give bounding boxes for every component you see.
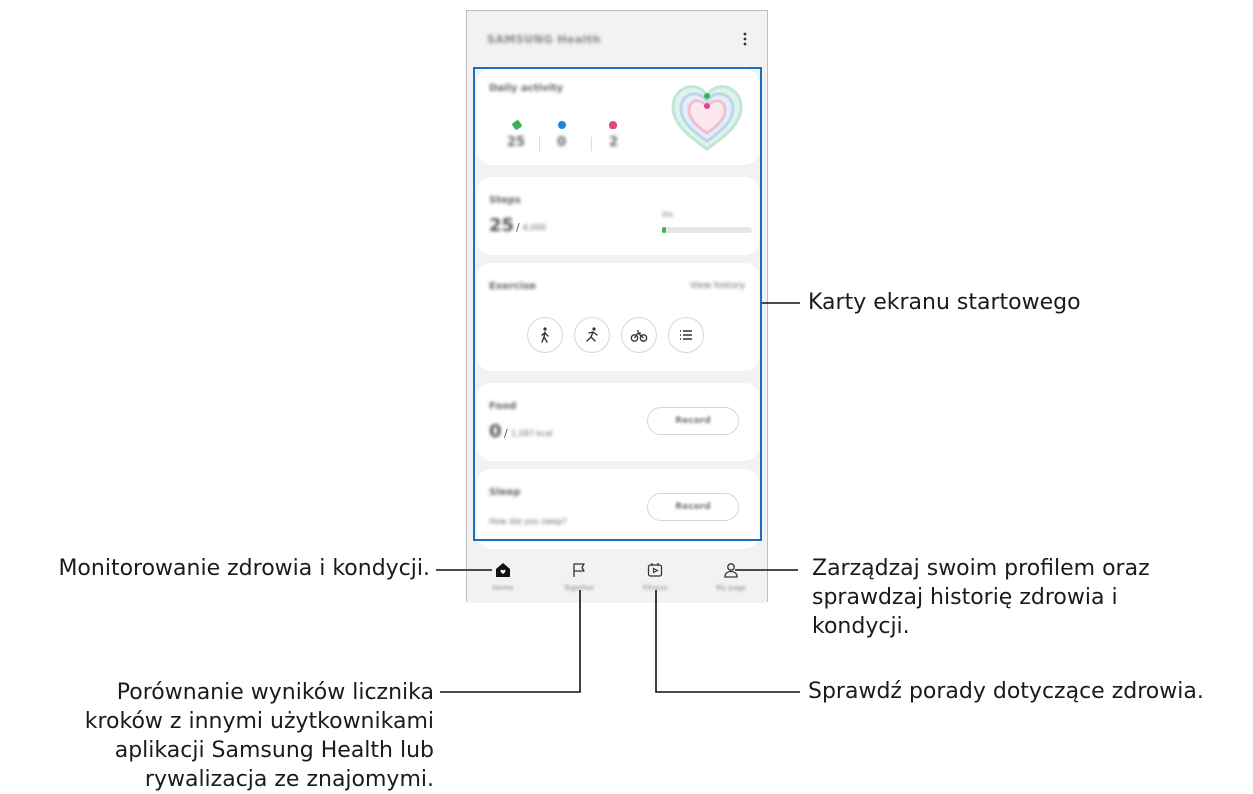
callout-profile-line: Zarządzaj swoim profilem oraz — [812, 556, 1150, 581]
callout-together-line: rywalizacja ze znajomymi. — [144, 767, 434, 792]
callout-monitoring: Monitorowanie zdrowia i kondycji. — [58, 556, 430, 581]
callout-together: Porównanie wyników licznika kroków z inn… — [85, 678, 434, 794]
callout-fitness: Sprawdź porady dotyczące zdrowia. — [808, 679, 1204, 704]
callout-together-line: kroków z innymi użytkownikami — [84, 709, 434, 734]
callout-profile: Zarządzaj swoim profilem oraz sprawdzaj … — [812, 554, 1150, 641]
callout-home-cards: Karty ekranu startowego — [808, 290, 1081, 315]
callout-together-line: aplikacji Samsung Health lub — [114, 738, 434, 763]
callout-profile-line: kondycji. — [812, 614, 910, 639]
callout-profile-line: sprawdzaj historię zdrowia i — [812, 585, 1118, 610]
callout-lines — [436, 302, 800, 693]
callout-together-line: Porównanie wyników licznika — [116, 680, 434, 705]
